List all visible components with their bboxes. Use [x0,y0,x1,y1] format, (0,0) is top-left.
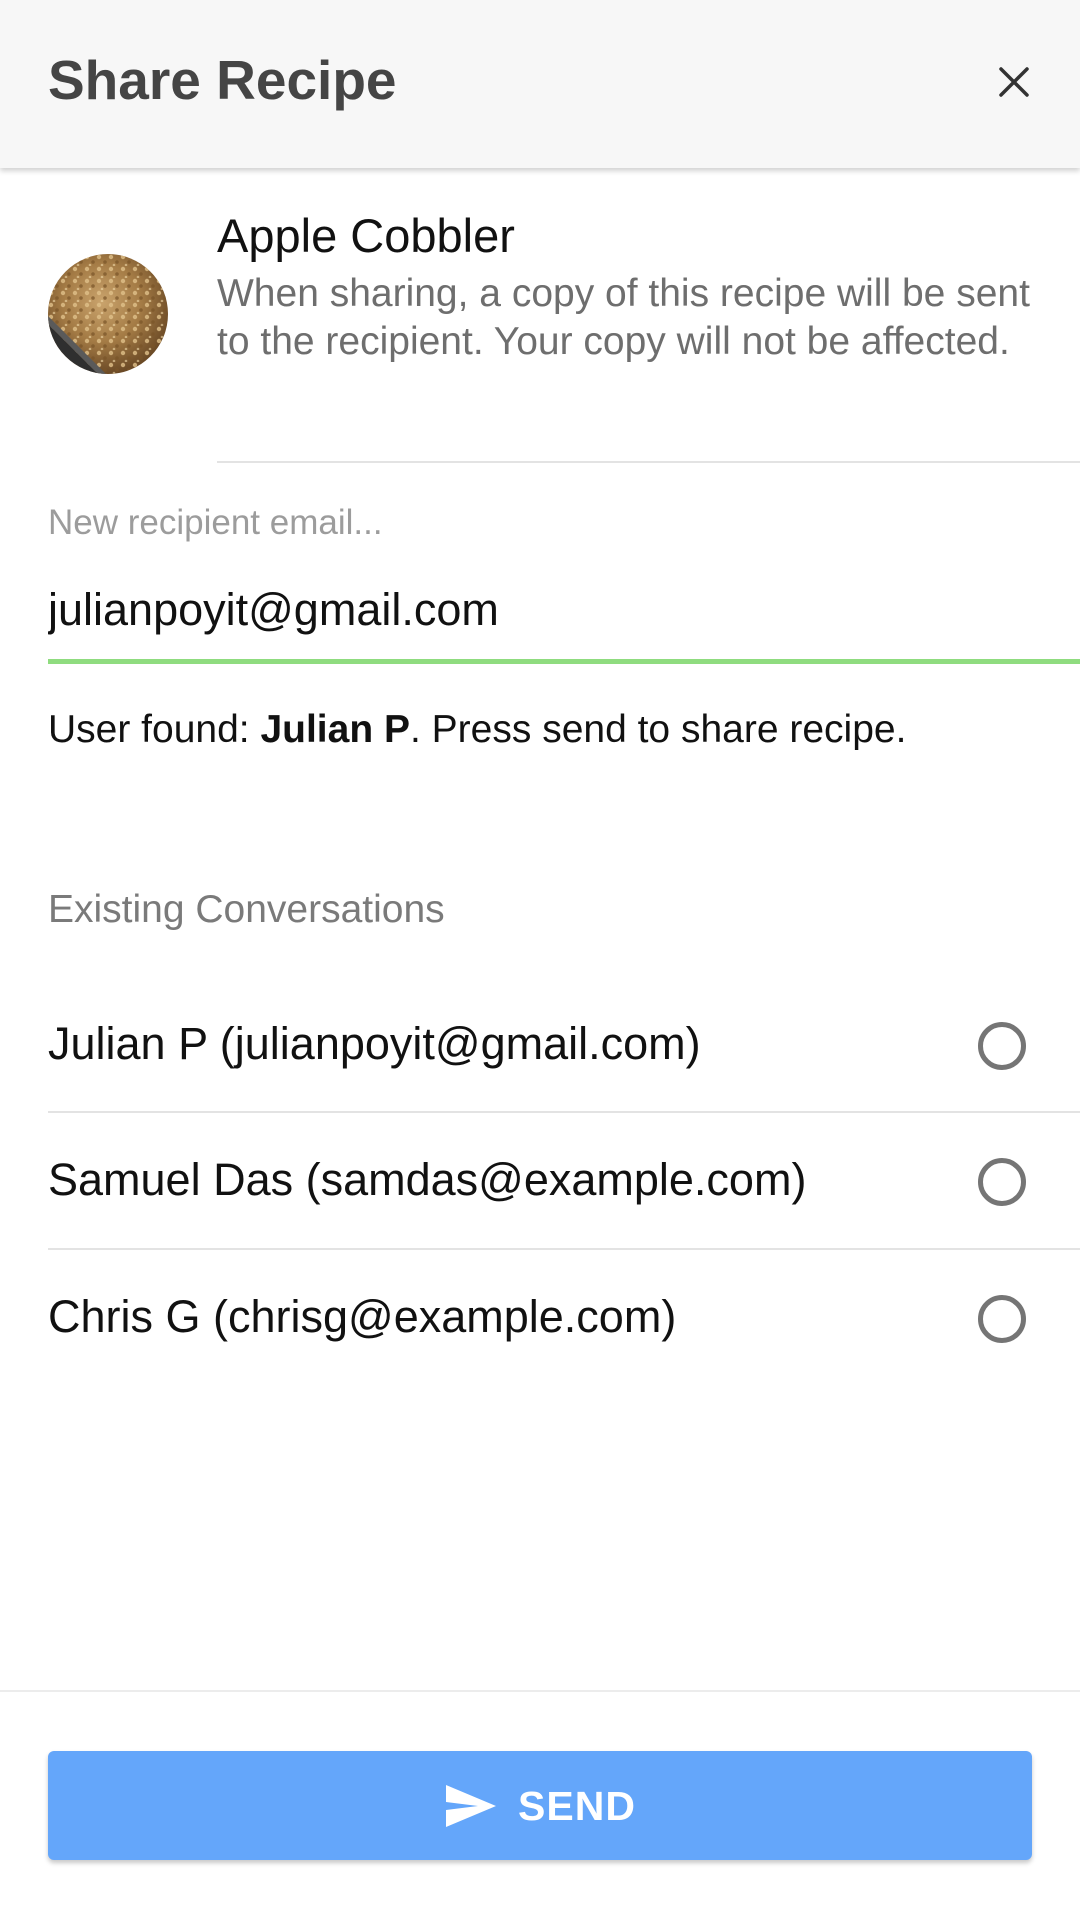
conversation-row-chris[interactable]: Chris G (chrisg@example.com) [48,1250,1080,1384]
conversation-row-samuel[interactable]: Samuel Das (samdas@example.com) [48,1113,1080,1247]
close-button[interactable] [992,56,1036,108]
close-icon [999,67,1029,97]
recipient-email-input[interactable] [48,580,1080,640]
dialog-title: Share Recipe [48,49,397,111]
conversation-label: Julian P (julianpoyit@gmail.com) [48,1018,701,1069]
recipe-description: When sharing, a copy of this recipe will… [217,272,1030,363]
email-field-label: New recipient email... [48,503,383,542]
user-found-suffix: . Press send to share recipe. [410,708,907,751]
dialog-header: Share Recipe [0,0,1080,168]
user-found-prefix: User found: [48,708,261,751]
radio-button[interactable] [978,1022,1026,1070]
user-found-name: Julian P [260,708,410,751]
send-button-label: SEND [518,1782,636,1829]
send-button[interactable]: SEND [48,1751,1032,1860]
conversation-label: Samuel Das (samdas@example.com) [48,1154,807,1205]
radio-button[interactable] [978,1295,1026,1343]
conversation-row-julian[interactable]: Julian P (julianpoyit@gmail.com) [48,977,1080,1111]
divider [217,461,1080,463]
email-field-underline [48,659,1080,664]
conversation-label: Chris G (chrisg@example.com) [48,1291,677,1342]
recipe-title: Apple Cobbler [217,209,515,262]
existing-conversations-heading: Existing Conversations [48,888,445,931]
user-found-message: User found: Julian P. Press send to shar… [48,706,906,754]
footer-divider [0,1690,1080,1692]
radio-button[interactable] [978,1158,1026,1206]
share-recipe-dialog: Share Recipe Apple Cobbler When sharing,… [0,0,1080,1920]
recipe-thumbnail [48,254,168,374]
send-icon [444,1783,498,1829]
